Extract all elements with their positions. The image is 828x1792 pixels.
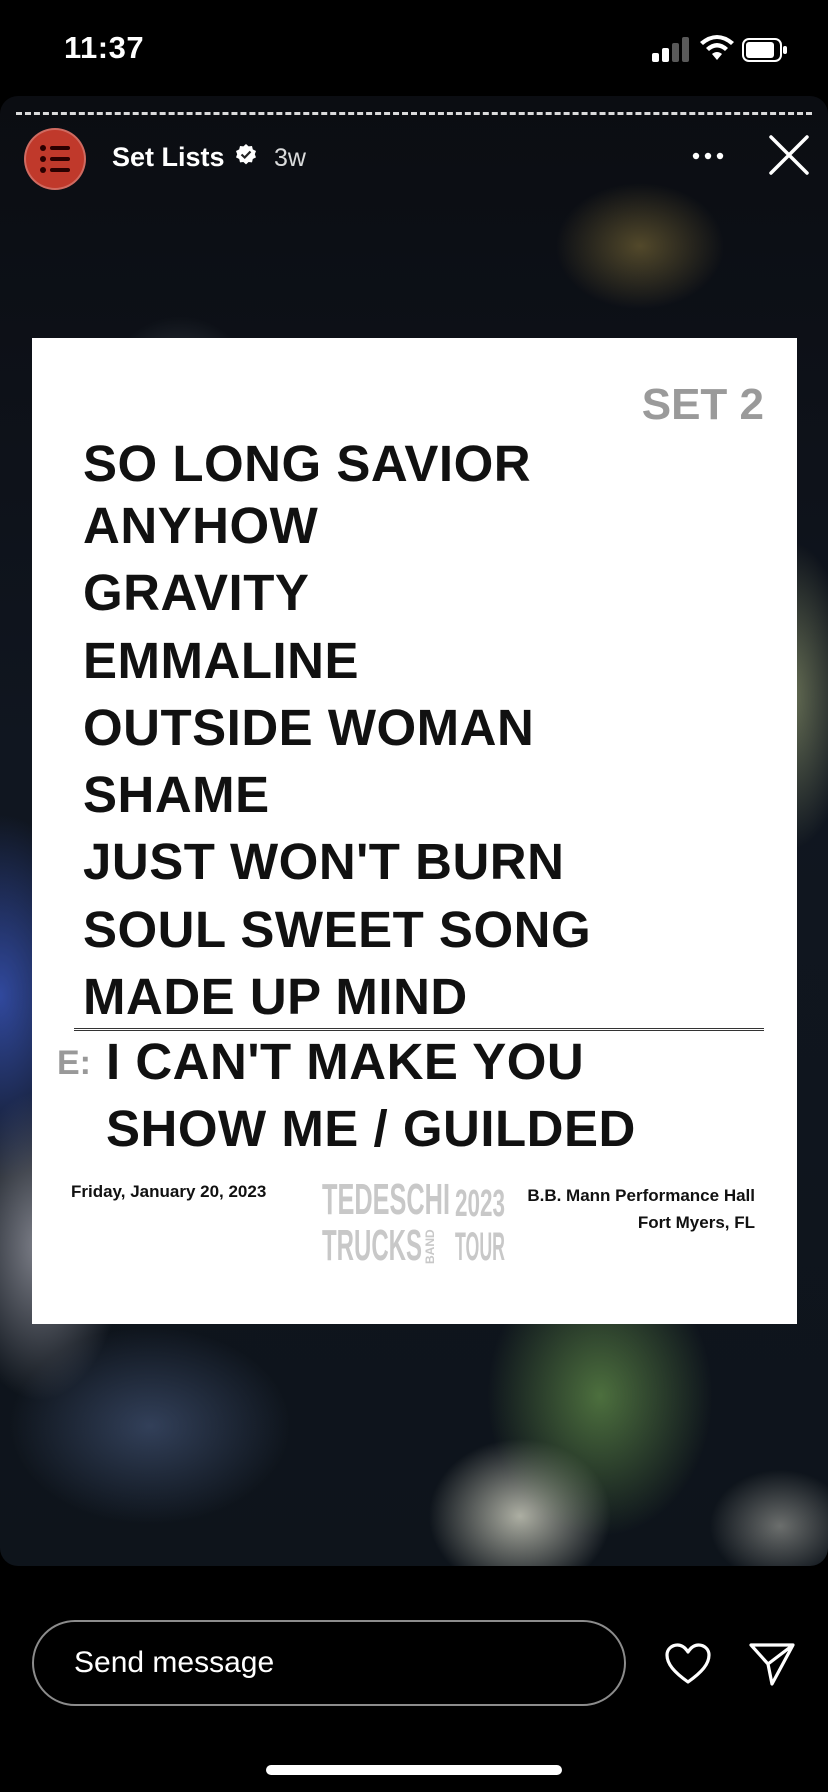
logo-line1: TEDESCHI — [322, 1176, 450, 1224]
status-time: 11:37 — [64, 30, 145, 65]
encore-label: E: — [57, 1044, 91, 1082]
logo-band: BAND — [423, 1229, 437, 1264]
close-icon[interactable] — [764, 130, 814, 180]
verified-badge-icon — [236, 144, 256, 165]
list-icon — [40, 145, 70, 173]
song-item: EMMALINE — [83, 631, 359, 689]
status-bar: 11:37 — [0, 0, 828, 96]
song-item: GRAVITY — [83, 564, 310, 622]
wifi-icon — [700, 35, 734, 60]
song-item: OUTSIDE WOMAN — [83, 698, 535, 756]
song-list: SO LONG SAVIOR ANYHOW GRAVITY EMMALINE O… — [83, 430, 591, 1030]
song-item: ANYHOW — [83, 497, 319, 554]
song-item: JUST WON'T BURN — [83, 833, 565, 891]
story-header: Set Lists 3w — [0, 126, 828, 198]
song-item: SOUL SWEET SONG — [83, 900, 592, 958]
more-options-icon[interactable] — [688, 136, 728, 176]
venue-info: B.B. Mann Performance Hall Fort Myers, F… — [527, 1182, 755, 1236]
song-item: MADE UP MIND — [83, 968, 468, 1026]
encore-list: I CAN'T MAKE YOU SHOW ME / GUILDED — [106, 1028, 636, 1162]
song-item: SO LONG SAVIOR — [83, 435, 532, 492]
encore-song-item: I CAN'T MAKE YOU — [106, 1033, 585, 1090]
encore-song-item: SHOW ME / GUILDED — [106, 1100, 636, 1157]
set-label: SET 2 — [641, 380, 764, 429]
logo-year: 2023 — [455, 1183, 505, 1225]
battery-icon — [742, 38, 787, 62]
logo-tour: TOUR — [455, 1225, 505, 1268]
send-message-input[interactable] — [32, 1620, 626, 1706]
story-progress-bar — [16, 112, 812, 115]
home-indicator — [266, 1765, 562, 1775]
send-icon[interactable] — [748, 1640, 796, 1688]
setlist-image: SET 2 SO LONG SAVIOR ANYHOW GRAVITY EMMA… — [32, 338, 797, 1324]
logo-line2: TRUCKS — [322, 1221, 422, 1268]
tour-logo: TEDESCHI TRUCKS BAND 2023 TOUR — [322, 1176, 505, 1268]
cellular-signal-icon — [652, 36, 692, 62]
venue-name: B.B. Mann Performance Hall — [527, 1186, 755, 1205]
venue-city: Fort Myers, FL — [637, 1213, 755, 1232]
heart-icon[interactable] — [664, 1642, 712, 1686]
show-date: Friday, January 20, 2023 — [71, 1182, 267, 1201]
story-viewer[interactable]: Set Lists 3w SET 2 SO LONG SAVIOR ANYHOW… — [0, 96, 828, 1566]
account-name[interactable]: Set Lists — [112, 142, 225, 173]
song-item: SHAME — [83, 766, 270, 824]
post-age: 3w — [274, 144, 306, 172]
avatar[interactable] — [24, 128, 86, 190]
